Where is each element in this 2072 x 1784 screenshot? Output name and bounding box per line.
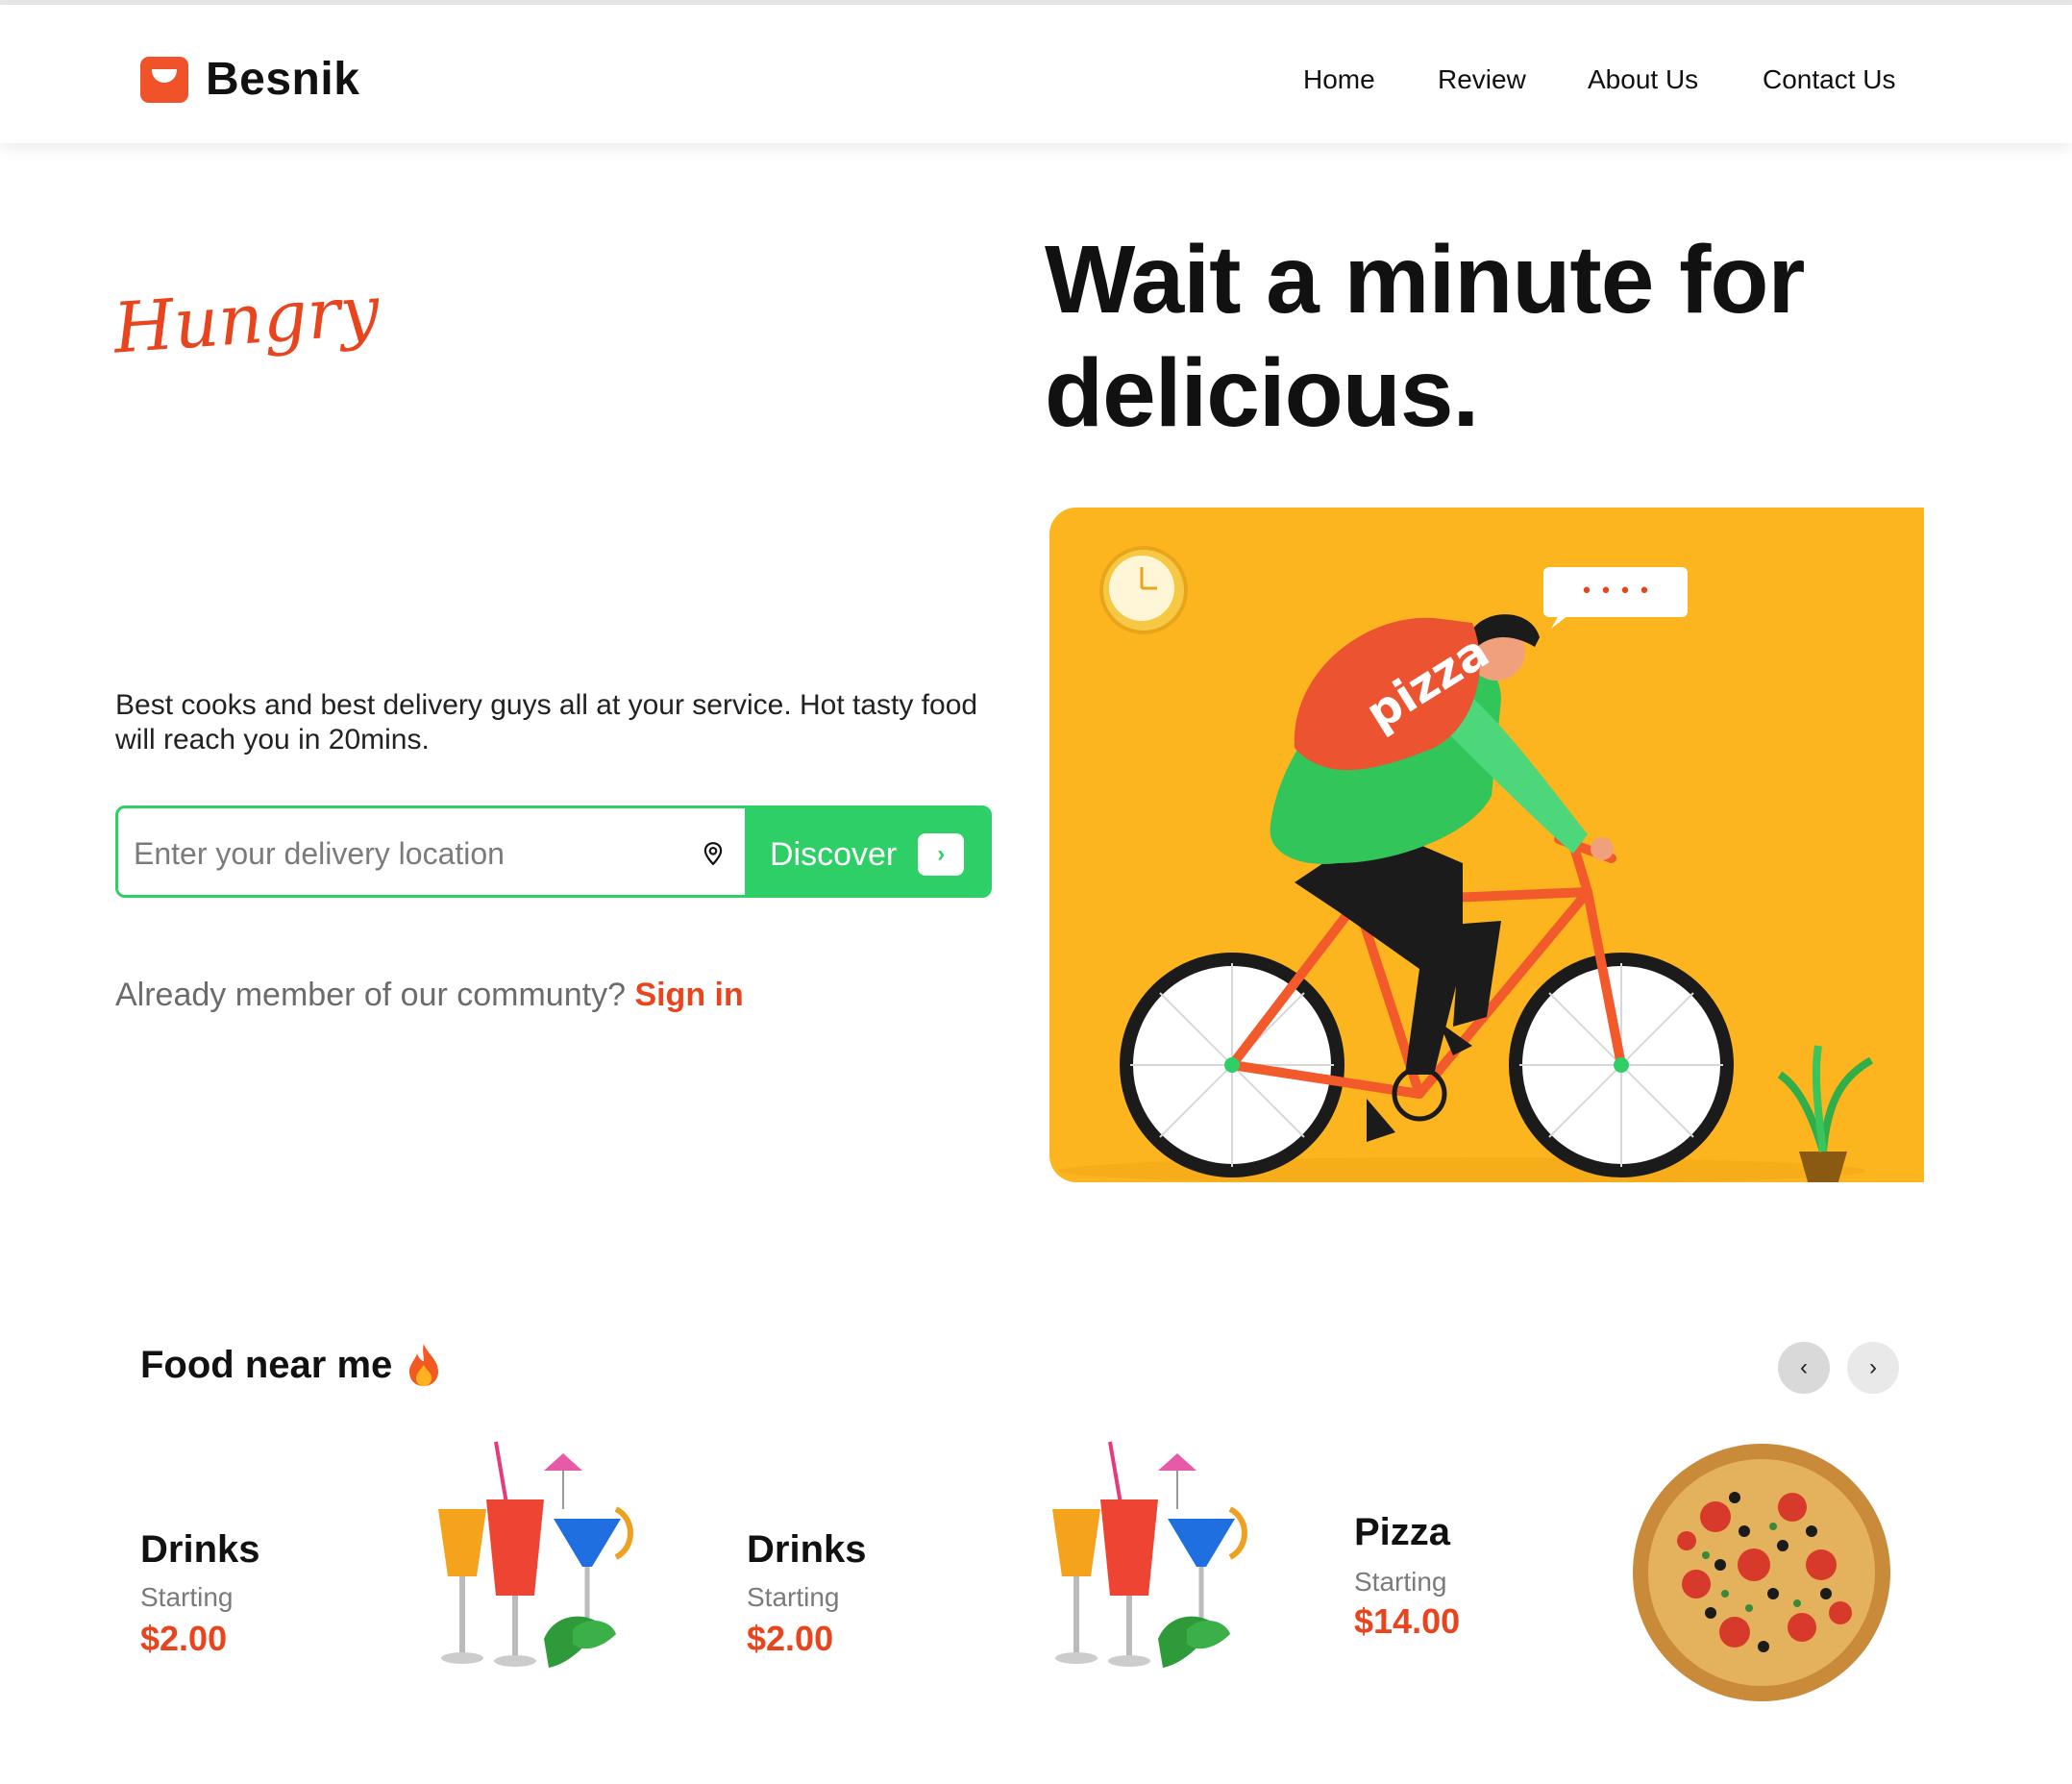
discover-button[interactable]: Discover ›	[745, 808, 989, 895]
clock-icon	[1099, 546, 1188, 634]
drinks-image	[438, 1441, 633, 1668]
hero-tagline: Best cooks and best delivery guys all at…	[115, 689, 978, 756]
food-name: Drinks	[140, 1528, 260, 1571]
bubble-dots: • • • •	[1581, 580, 1651, 604]
member-prompt: Already member of our communty? Sign in	[115, 977, 744, 1014]
chat-bubble-icon: • • • •	[1543, 567, 1688, 629]
food-card[interactable]: Drinks Starting $2.00	[140, 1432, 698, 1740]
nav-about[interactable]: About Us	[1588, 64, 1698, 95]
nav-home[interactable]: Home	[1303, 64, 1375, 95]
food-name: Drinks	[747, 1528, 867, 1571]
site-header: Besnik Home Review About Us Contact Us	[0, 5, 2072, 143]
drinks-image	[1052, 1441, 1247, 1668]
delivery-location-input[interactable]	[132, 830, 789, 878]
main-nav: Home Review About Us Contact Us	[0, 64, 2072, 103]
food-price: $14.00	[1354, 1601, 1461, 1641]
food-card[interactable]: Drinks Starting $2.00	[747, 1432, 1304, 1740]
food-near-label: Food near me	[140, 1343, 393, 1386]
nav-contact[interactable]: Contact Us	[1763, 64, 1896, 95]
delivery-search: Discover ›	[115, 805, 992, 898]
food-card[interactable]: Pizza Starting $14.00	[1354, 1432, 1902, 1740]
hungry-script: Hungry	[111, 269, 382, 369]
food-name: Pizza	[1354, 1511, 1451, 1553]
food-starting: Starting	[140, 1582, 234, 1612]
hero-illustration: • • • • pizza	[1049, 508, 1924, 1182]
food-near-title: Food near me	[140, 1342, 442, 1388]
food-starting: Starting	[747, 1582, 840, 1612]
nav-review[interactable]: Review	[1438, 64, 1526, 95]
chevron-right-icon: ›	[1869, 1354, 1877, 1380]
chevron-right-icon: ›	[918, 833, 965, 876]
food-price: $2.00	[747, 1619, 834, 1658]
food-price: $2.00	[140, 1619, 228, 1658]
plant-icon	[1777, 1045, 1874, 1182]
discover-label: Discover	[770, 835, 898, 873]
hero-headline: Wait a minute for delicious.	[1045, 226, 1805, 447]
chevron-left-icon: ‹	[1800, 1354, 1808, 1380]
signin-link[interactable]: Sign in	[634, 977, 743, 1013]
fire-icon	[409, 1344, 439, 1386]
carousel-next-button[interactable]: ›	[1847, 1342, 1899, 1394]
carousel-prev-button[interactable]: ‹	[1778, 1342, 1830, 1394]
food-starting: Starting	[1354, 1567, 1447, 1597]
pizza-image	[1633, 1444, 1890, 1701]
member-text: Already member of our communty?	[115, 977, 626, 1013]
location-pin-icon[interactable]	[701, 841, 726, 866]
